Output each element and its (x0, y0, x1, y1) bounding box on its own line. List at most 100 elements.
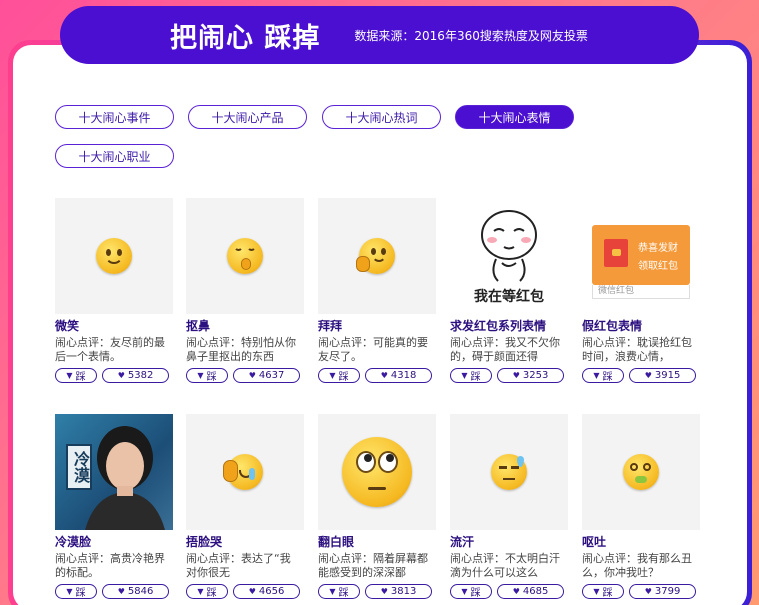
list-item: 恭喜发财 领取红包 微信红包 假红包表情 闹心点评：耽误抢红包时间，浪费心情， … (582, 198, 700, 398)
thumb-down-icon: ▼ (461, 371, 468, 380)
data-source-note: 数据来源：2016年360搜索热度及网友投票 (354, 28, 588, 43)
card-title[interactable]: 拜拜 (318, 319, 436, 334)
vote-count-button[interactable]: ♥ 3253 (497, 368, 564, 383)
eye-roll-emoji-icon (342, 437, 412, 507)
card-thumbnail[interactable] (186, 198, 304, 314)
vote-count-button[interactable]: ♥ 3915 (629, 368, 696, 383)
list-item: 翻白眼 闹心点评：隔着屏幕都能感受到的深深鄙 ▼ 踩 ♥ 3813 (318, 414, 436, 605)
thumb-down-icon: ▼ (66, 587, 73, 596)
card-thumbnail[interactable] (186, 414, 304, 530)
broken-heart-icon: ♥ (380, 587, 388, 596)
vote-count: 3253 (522, 370, 549, 381)
vote-count: 3813 (390, 586, 417, 597)
downvote-label: 踩 (75, 372, 86, 383)
card-title[interactable]: 冷漠脸 (55, 535, 173, 550)
list-item: 微笑 闹心点评：友尽前的最后一个表情。 ▼ 踩 ♥ 5382 (55, 198, 173, 398)
card-comment: 闹心点评：耽误抢红包时间，浪费心情， (582, 336, 692, 363)
vote-count-button[interactable]: ♥ 4685 (497, 584, 564, 599)
downvote-button[interactable]: ▼ 踩 (450, 368, 492, 383)
vote-count: 3915 (654, 370, 681, 381)
card-comment: 闹心点评：我又不欠你的，碍于颜面还得 (450, 336, 560, 363)
broken-heart-icon: ♥ (117, 371, 125, 380)
thumb-down-icon: ▼ (593, 587, 600, 596)
downvote-label: 踩 (338, 372, 349, 383)
waiting-red-packet-sticker (481, 209, 537, 282)
card-title[interactable]: 呕吐 (582, 535, 700, 550)
thumb-down-icon: ▼ (329, 371, 336, 380)
downvote-label: 踩 (338, 588, 349, 599)
card-comment: 闹心点评：友尽前的最后一个表情。 (55, 336, 165, 363)
downvote-button[interactable]: ▼ 踩 (450, 584, 492, 599)
sticker-caption: 我在等红包 (474, 288, 544, 305)
card-comment: 闹心点评：表达了“我对你很无 (186, 552, 291, 579)
vote-count: 4656 (258, 586, 285, 597)
card-thumbnail[interactable]: 冷漠 (55, 414, 173, 530)
tab-products[interactable]: 十大闹心产品 (188, 105, 307, 129)
downvote-button[interactable]: ▼ 踩 (582, 584, 624, 599)
broken-heart-icon: ♥ (380, 371, 388, 380)
downvote-label: 踩 (470, 588, 481, 599)
card-title[interactable]: 流汗 (450, 535, 568, 550)
downvote-label: 踩 (75, 588, 86, 599)
vote-count-button[interactable]: ♥ 3799 (629, 584, 696, 599)
list-item: 流汗 闹心点评：不太明白汗滴为什么可以这么 ▼ 踩 ♥ 4685 (450, 414, 568, 605)
card-title[interactable]: 翻白眼 (318, 535, 436, 550)
vote-count-button[interactable]: ♥ 4656 (233, 584, 300, 599)
card-thumbnail[interactable] (318, 414, 436, 530)
vomit-emoji-icon (623, 454, 659, 490)
card-title[interactable]: 捂脸哭 (186, 535, 304, 550)
downvote-label: 踩 (602, 372, 613, 383)
facepalm-emoji-icon (223, 454, 263, 490)
downvote-button[interactable]: ▼ 踩 (55, 368, 97, 383)
broken-heart-icon: ♥ (512, 371, 520, 380)
card-title[interactable]: 假红包表情 (582, 319, 700, 334)
sweat-emoji-icon (491, 454, 527, 490)
vote-count: 4637 (258, 370, 285, 381)
page-title: 把闹心 踩掉 (170, 22, 321, 54)
tab-events[interactable]: 十大闹心事件 (55, 105, 174, 129)
vote-count: 4318 (390, 370, 417, 381)
tab-emojis[interactable]: 十大闹心表情 (455, 105, 574, 129)
downvote-button[interactable]: ▼ 踩 (582, 368, 624, 383)
card-title[interactable]: 求发红包系列表情 (450, 319, 568, 334)
vote-count-button[interactable]: ♥ 5382 (102, 368, 169, 383)
broken-heart-icon: ♥ (117, 587, 125, 596)
card-thumbnail[interactable]: 恭喜发财 领取红包 微信红包 (582, 198, 700, 314)
tab-occupations[interactable]: 十大闹心职业 (55, 144, 174, 168)
thumb-down-icon: ▼ (197, 587, 204, 596)
card-title[interactable]: 抠鼻 (186, 319, 304, 334)
broken-heart-icon: ♥ (644, 587, 652, 596)
list-item: 呕吐 闹心点评：我有那么丑么，你冲我吐？ ▼ 踩 ♥ 3799 (582, 414, 700, 605)
card-thumbnail[interactable] (582, 414, 700, 530)
vote-count: 5382 (127, 370, 154, 381)
downvote-button[interactable]: ▼ 踩 (55, 584, 97, 599)
downvote-button[interactable]: ▼ 踩 (186, 368, 228, 383)
vote-count-button[interactable]: ♥ 4637 (233, 368, 300, 383)
card-title[interactable]: 微笑 (55, 319, 173, 334)
vote-count-button[interactable]: ♥ 3813 (365, 584, 432, 599)
vote-count: 4685 (522, 586, 549, 597)
card-thumbnail[interactable] (55, 198, 173, 314)
vote-count: 5846 (127, 586, 154, 597)
thumb-down-icon: ▼ (329, 587, 336, 596)
vote-count-button[interactable]: ♥ 5846 (102, 584, 169, 599)
card-thumbnail[interactable] (450, 414, 568, 530)
broken-heart-icon: ♥ (248, 587, 256, 596)
card-comment: 闹心点评：高贵冷艳界的标配。 (55, 552, 165, 579)
thumb-down-icon: ▼ (66, 371, 73, 380)
thumb-down-icon: ▼ (197, 371, 204, 380)
header-banner: 把闹心 踩掉 数据来源：2016年360搜索热度及网友投票 (60, 6, 699, 64)
downvote-button[interactable]: ▼ 踩 (318, 584, 360, 599)
downvote-label: 踩 (206, 372, 217, 383)
downvote-button[interactable]: ▼ 踩 (186, 584, 228, 599)
card-comment: 闹心点评：可能真的要友尽了。 (318, 336, 428, 363)
bye-emoji-icon (356, 238, 395, 274)
downvote-button[interactable]: ▼ 踩 (318, 368, 360, 383)
vote-count-button[interactable]: ♥ 4318 (365, 368, 432, 383)
card-thumbnail[interactable] (318, 198, 436, 314)
tab-hot-words[interactable]: 十大闹心热词 (322, 105, 441, 129)
card-comment: 闹心点评：我有那么丑么，你冲我吐？ (582, 552, 692, 579)
card-comment: 闹心点评：不太明白汗滴为什么可以这么 (450, 552, 560, 579)
card-thumbnail[interactable]: 我在等红包 (450, 198, 568, 314)
thumb-down-icon: ▼ (461, 587, 468, 596)
